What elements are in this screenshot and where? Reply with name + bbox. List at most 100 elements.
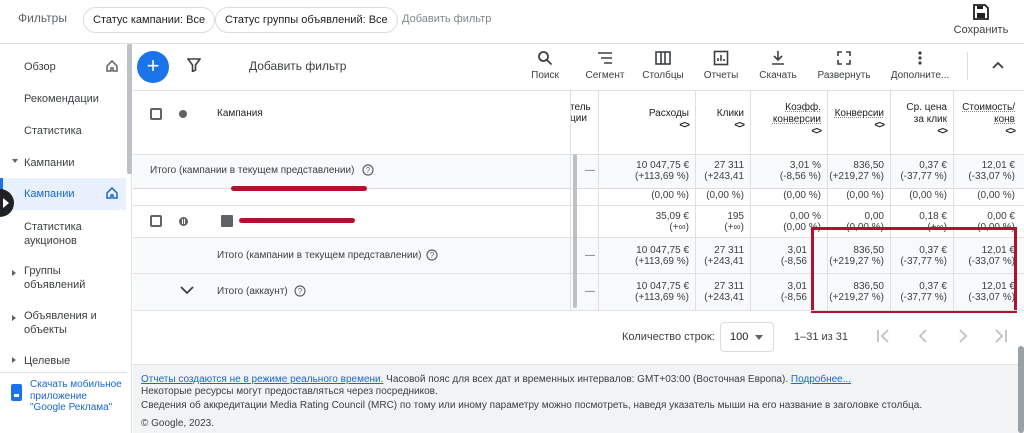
sidebar-item-statistics[interactable]: Статистика xyxy=(0,124,126,140)
toolbar-divider xyxy=(967,52,968,80)
last-page-icon[interactable] xyxy=(993,328,1009,344)
add-button[interactable]: + xyxy=(137,51,169,83)
chevron-up-icon[interactable] xyxy=(991,58,1005,72)
sidebar-item-label: Обзор xyxy=(24,61,56,73)
help-icon[interactable]: ? xyxy=(362,164,374,176)
dash-value: — xyxy=(585,165,595,176)
column-divider xyxy=(598,90,599,310)
header-avg-cpc[interactable]: Ср. цена за клик <> xyxy=(890,91,953,154)
tool-label: Развернуть xyxy=(817,70,871,81)
sidebar-group-campaigns[interactable]: Кампании xyxy=(0,156,126,172)
pagination-bar: Количество строк: 100 1–31 из 31 xyxy=(133,310,1024,364)
header-cost-conv[interactable]: Стоимость/ конв <> xyxy=(953,91,1021,154)
sidebar-group-targeting[interactable]: Целевые xyxy=(0,354,126,370)
segment-tool-button[interactable]: Сегмент xyxy=(579,50,631,81)
tool-label: Поиск xyxy=(531,70,559,81)
clicks-value: 27 311 xyxy=(714,160,744,171)
home-icon xyxy=(106,187,118,199)
header-clicks-label: Клики xyxy=(716,108,744,119)
page-range: 1–31 из 31 xyxy=(794,331,849,343)
chevron-down-icon[interactable] xyxy=(180,285,194,295)
header-cost-conv-label: Стоимость/ конв xyxy=(962,102,1015,125)
tool-label: Отчеты xyxy=(703,70,739,81)
sidebar-item-label: Статистика аукционов xyxy=(24,221,82,247)
expand-tool-button[interactable]: Развернуть xyxy=(813,50,875,81)
caret-right-icon xyxy=(12,315,16,321)
add-filter-button[interactable]: Добавить фильтр xyxy=(249,59,346,73)
sort-icon: <> xyxy=(1005,126,1016,137)
cost-delta: (+113,69 %) xyxy=(634,256,689,267)
sidebar-item-campaigns[interactable]: Кампании xyxy=(0,178,126,210)
footer-copyright: © Google, 2023. xyxy=(141,418,214,429)
conversions-value: 836,50 xyxy=(853,160,884,171)
sort-icon: <> xyxy=(679,120,690,131)
page-scrollbar[interactable] xyxy=(1018,346,1024,433)
row-checkbox[interactable] xyxy=(150,215,162,227)
cost-delta: (+113,69 %) xyxy=(634,292,689,303)
prev-page-icon[interactable] xyxy=(915,328,931,344)
header-conversions-label: Конверсии xyxy=(834,108,884,119)
edit-icon[interactable] xyxy=(221,215,233,227)
conv-rate-delta: (-8,56 xyxy=(780,256,807,267)
first-page-icon[interactable] xyxy=(875,328,891,344)
column-divider xyxy=(750,90,751,310)
columns-icon xyxy=(655,51,671,65)
expand-icon xyxy=(837,51,851,65)
cost-value: 10 047,75 € xyxy=(636,245,689,256)
columns-tool-button[interactable]: Столбцы xyxy=(639,50,687,81)
search-tool-button[interactable]: Поиск xyxy=(526,50,564,81)
conv-rate-cell: 3,01 (-8,56 xyxy=(750,274,813,310)
filter-icon[interactable] xyxy=(187,58,201,72)
avg-cpc-cell: (0,00 %) xyxy=(890,189,953,205)
sidebar-scrollbar[interactable] xyxy=(127,44,132,174)
sidebar-item-overview[interactable]: Обзор xyxy=(0,60,126,76)
header-conv-rate[interactable]: Коэфф. конверсии <> xyxy=(750,91,827,154)
rows-per-page-select[interactable]: 100 xyxy=(720,322,774,352)
more-tool-button[interactable]: Дополните... xyxy=(887,50,953,81)
next-page-icon[interactable] xyxy=(955,328,971,344)
header-conv-rate-label: Коэфф. конверсии xyxy=(772,102,821,125)
learn-more-link[interactable]: Подробнее... xyxy=(791,374,851,385)
header-campaign[interactable]: Кампания xyxy=(217,108,263,120)
cost-cell: 10 047,75 € (+113,69 %) xyxy=(598,155,695,188)
sort-icon: <> xyxy=(937,126,948,137)
help-icon[interactable]: ? xyxy=(294,285,306,297)
cost-conv-cell: 12,01 € (-33,07 %) xyxy=(953,155,1021,188)
tool-label: Столбцы xyxy=(642,70,684,81)
save-button[interactable]: Сохранить xyxy=(948,2,1014,42)
not-realtime-link[interactable]: Отчеты создаются не в режиме реального в… xyxy=(141,374,383,385)
avg-cpc-delta: (0,00 %) xyxy=(909,190,947,201)
reports-tool-button[interactable]: Отчеты xyxy=(699,50,743,81)
segment-icon xyxy=(598,52,612,64)
search-icon xyxy=(538,51,553,66)
help-icon[interactable]: ? xyxy=(426,249,438,261)
header-cut-column[interactable]: тель ции xyxy=(570,102,591,124)
cost-conv-delta: (-33,07 %) xyxy=(968,171,1015,182)
paused-status-icon[interactable] xyxy=(179,217,188,226)
download-app-promo[interactable]: Скачать мобильное приложение "Google Рек… xyxy=(0,372,127,433)
download-tool-button[interactable]: Скачать xyxy=(753,50,803,81)
tool-label: Дополните... xyxy=(890,70,950,81)
conversions-delta: (+219,27 %) xyxy=(829,171,884,182)
download-app-link[interactable]: Скачать мобильное приложение "Google Рек… xyxy=(30,379,122,414)
frozen-column-scrollbar[interactable] xyxy=(573,154,577,308)
sidebar-group-ads[interactable]: Объявления и объекты xyxy=(0,309,126,339)
sidebar-item-recommendations[interactable]: Рекомендации xyxy=(0,92,126,108)
clicks-delta: (+243,41 xyxy=(704,171,744,182)
conv-rate-value: 3,01 % xyxy=(789,160,821,171)
add-filter-link[interactable]: Добавить фильтр xyxy=(402,13,491,25)
adgroup-status-chip[interactable]: Статус группы объявлений: Все xyxy=(215,7,398,33)
row-label: Итого (аккаунт) xyxy=(217,286,288,297)
sidebar-item-auction-insights[interactable]: Статистика аукционов xyxy=(0,220,126,250)
header-clicks[interactable]: Клики <> xyxy=(695,91,750,154)
header-conversions[interactable]: Конверсии <> xyxy=(827,91,890,154)
header-cost[interactable]: Расходы <> xyxy=(598,91,695,154)
sidebar-group-adgroups[interactable]: Группы объявлений xyxy=(0,264,126,294)
sort-icon: <> xyxy=(874,120,885,131)
select-all-checkbox[interactable] xyxy=(150,108,162,120)
campaign-status-chip[interactable]: Статус кампании: Все xyxy=(83,7,216,33)
redacted-campaign-name xyxy=(231,186,367,191)
clicks-cell: 195 (+∞) xyxy=(695,206,750,237)
column-divider xyxy=(570,90,571,310)
dash-value: — xyxy=(585,250,595,261)
